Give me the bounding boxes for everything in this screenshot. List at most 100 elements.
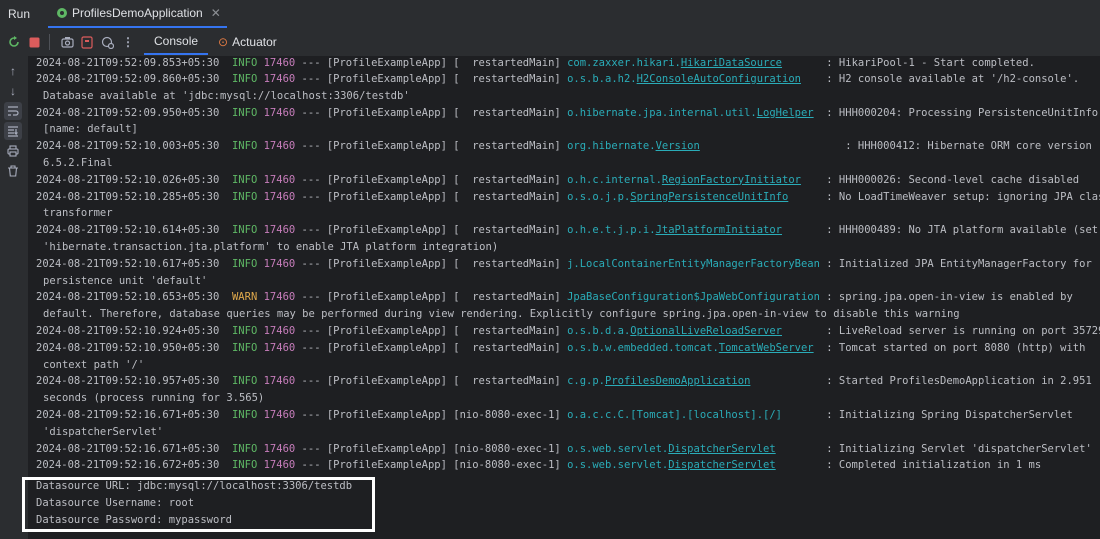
log-logger-link[interactable]: o.s.web.servlet.DispatcherServlet [567,443,776,455]
log-logger-link[interactable]: j.LocalContainerEntityManagerFactoryBean [567,258,820,270]
log-pid: 17460 [263,257,296,270]
log-line-continuation: Database available at 'jdbc:mysql://loca… [28,88,1100,105]
log-line-continuation: 6.5.2.Final [28,155,1100,172]
log-level: INFO [231,257,258,270]
down-icon[interactable]: ↓ [4,82,22,100]
log-message: : HHH000026: Second-level cache disabled [826,173,1080,186]
log-level: INFO [231,324,258,337]
log-message: : Initializing Spring DispatcherServlet [826,408,1073,421]
log-logger-link[interactable]: o.h.c.internal.RegionFactoryInitiator [567,174,801,186]
log-logger-class: DispatcherServlet [668,459,776,472]
log-pid: 17460 [263,190,296,203]
log-timestamp: 2024-08-21T09:52:10.003+05:30 [36,140,220,153]
log-line: 2024-08-21T09:52:09.950+05:30 INFO 17460… [28,105,1100,122]
log-line-continuation: persistence unit 'default' [28,273,1100,290]
actuator-icon: ⊙ [218,35,229,49]
log-level: INFO [231,408,258,421]
log-logger-link[interactable]: JpaBaseConfiguration$JpaWebConfiguration [567,291,820,303]
datasource-username: Datasource Username: root [36,497,195,509]
run-label: Run [8,7,31,21]
log-logger-link[interactable]: o.hibernate.jpa.internal.util.LogHelper [567,107,814,119]
up-icon[interactable]: ↑ [4,62,22,80]
log-level: INFO [231,173,258,186]
trash-icon[interactable] [4,162,22,180]
log-logger-prefix: o.s.b.w.embedded.tomcat. [567,341,719,354]
log-logger-prefix: com.zaxxer.hikari. [567,57,681,69]
log-pid: 17460 [263,73,296,85]
settings-icon[interactable] [98,33,116,51]
spring-boot-icon [57,8,67,18]
log-line: 2024-08-21T09:52:16.672+05:30 INFO 17460… [28,457,1100,474]
tab-profiles-demo-application[interactable]: ProfilesDemoApplication ✕ [48,0,227,28]
log-message: : spring.jpa.open-in-view is enabled by [826,291,1073,304]
log-logger-link[interactable]: o.s.b.d.a.OptionalLiveReloadServer [567,325,782,337]
more-icon[interactable]: ⋮ [122,35,134,49]
stop-icon[interactable] [25,33,43,51]
log-logger-link[interactable]: c.g.p.ProfilesDemoApplication [567,375,750,387]
log-message: : LiveReload server is running on port 3… [826,324,1100,337]
log-logger-link[interactable]: o.s.o.j.p.SpringPersistenceUnitInfo [567,191,788,203]
log-message-cont: default. Therefore, database queries may… [43,308,960,321]
log-logger-class: DispatcherServlet [668,442,776,455]
log-thread: --- [ProfileExampleApp] [nio-8080-exec-1… [301,408,561,421]
console-toolbar: ⋮ Console ⊙ Actuator [0,29,1100,55]
log-timestamp: 2024-08-21T09:52:10.924+05:30 [36,324,220,337]
log-logger-link[interactable]: o.s.b.a.h2.H2ConsoleAutoConfiguration [567,73,801,85]
log-logger-prefix: o.a.c.c.C.[Tomcat].[localhost].[/] [567,408,782,421]
log-message: : Initialized JPA EntityManagerFactory f… [826,257,1092,270]
log-pid: 17460 [263,106,296,119]
top-bar: Run ProfilesDemoApplication ✕ [0,0,1100,28]
log-message: : Initializing Servlet 'dispatcherServle… [826,442,1092,455]
datasource-password: Datasource Password: mypassword [36,514,232,526]
log-message-cont: 6.5.2.Final [43,156,113,169]
log-logger-link[interactable]: o.h.e.t.j.p.i.JtaPlatformInitiator [567,224,782,236]
log-line-continuation: transformer [28,205,1100,222]
screenshot-icon[interactable] [58,33,76,51]
log-padding [750,375,826,387]
log-padding [788,191,826,203]
log-logger-prefix: org.hibernate. [567,140,656,153]
log-message-cont: 'hibernate.transaction.jta.platform' to … [43,240,499,253]
log-thread: --- [ProfileExampleApp] [ restartedMain] [301,375,561,388]
log-logger-link[interactable]: com.zaxxer.hikari.HikariDataSource [567,57,782,69]
log-message: : Started ProfilesDemoApplication in 2.9… [826,375,1092,388]
log-message: : Completed initialization in 1 ms [826,459,1042,472]
log-thread: --- [ProfileExampleApp] [ restartedMain] [301,190,561,203]
log-logger-prefix: o.s.b.a.h2. [567,73,637,85]
log-timestamp: 2024-08-21T09:52:09.950+05:30 [36,106,220,119]
debug-icon[interactable] [78,33,96,51]
log-logger-class: Version [655,140,700,153]
log-message: : HHH000412: Hibernate ORM core version [845,140,1092,153]
log-logger-link[interactable]: o.s.b.w.embedded.tomcat.TomcatWebServer [567,342,814,354]
log-timestamp: 2024-08-21T09:52:09.860+05:30 [36,73,220,85]
log-level: WARN [231,291,258,304]
tab-actuator[interactable]: ⊙ Actuator [208,29,287,55]
log-level: INFO [231,341,258,354]
log-logger-class: H2ConsoleAutoConfiguration [636,73,801,85]
rerun-icon[interactable] [5,33,23,51]
log-timestamp: 2024-08-21T09:52:10.285+05:30 [36,190,220,203]
log-line: 2024-08-21T09:52:16.671+05:30 INFO 17460… [28,441,1100,458]
log-padding [814,342,827,354]
log-logger-link[interactable]: org.hibernate.Version [567,140,700,152]
log-line: 2024-08-21T09:52:10.653+05:30 WARN 17460… [28,289,1100,306]
soft-wrap-icon[interactable] [4,102,22,120]
log-timestamp: 2024-08-21T09:52:16.672+05:30 [36,459,220,472]
scroll-to-end-icon[interactable] [4,122,22,140]
tab-console[interactable]: Console [144,29,209,55]
log-level: INFO [231,106,258,119]
log-logger-class: HikariDataSource [680,57,783,69]
log-thread: --- [ProfileExampleApp] [ restartedMain] [301,57,561,69]
log-logger-link[interactable]: o.s.web.servlet.DispatcherServlet [567,459,776,471]
print-icon[interactable] [4,142,22,160]
log-thread: --- [ProfileExampleApp] [ restartedMain] [301,224,561,237]
log-pid: 17460 [263,57,296,69]
log-timestamp: 2024-08-21T09:52:10.026+05:30 [36,173,220,186]
log-logger-class: TomcatWebServer [718,341,814,354]
log-logger-link[interactable]: o.a.c.c.C.[Tomcat].[localhost].[/] [567,409,782,421]
log-line-continuation: 'hibernate.transaction.jta.platform' to … [28,239,1100,256]
console-output[interactable]: 2024-08-21T09:52:09.853+05:30 INFO 17460… [28,56,1100,539]
log-padding [801,174,826,186]
close-icon[interactable]: ✕ [211,6,221,20]
log-thread: --- [ProfileExampleApp] [ restartedMain] [301,106,561,119]
